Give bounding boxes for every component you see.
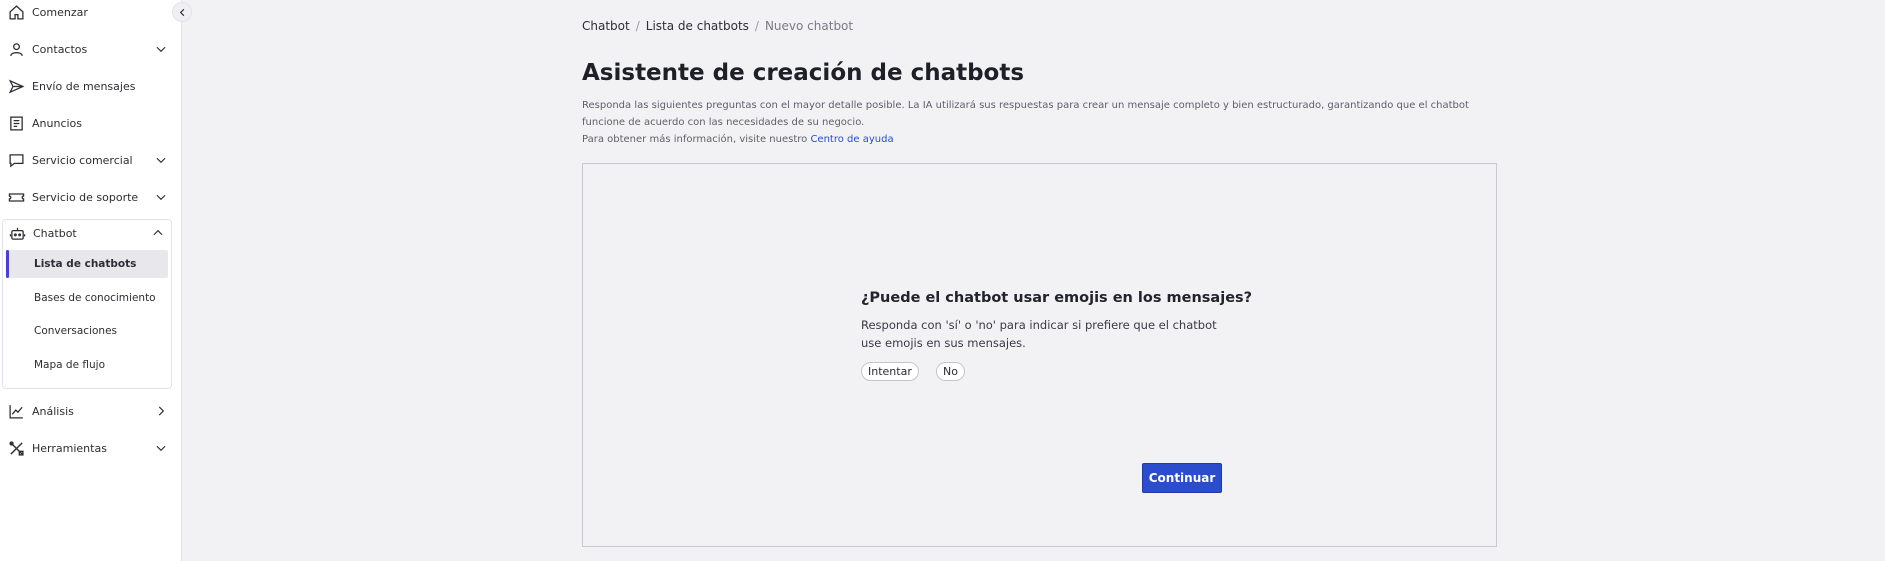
chevron-up-icon [151,226,165,240]
sidebar: Comenzar Contactos Envío de mensajes Anu… [0,0,182,561]
chevron-down-icon [154,42,168,56]
breadcrumb-current: Nuevo chatbot [764,19,854,33]
newspaper-icon [8,115,25,132]
chevron-down-icon [154,153,168,167]
sidebar-subitem-lista-chatbots[interactable]: Lista de chatbots [6,250,168,278]
sidebar-item-label: Comenzar [32,5,88,19]
chevron-left-icon [179,8,184,16]
ticket-icon [8,189,25,206]
breadcrumb-lista-chatbots[interactable]: Lista de chatbots [646,19,749,33]
wizard-question: ¿Puede el chatbot usar emojis en los men… [861,290,1253,306]
sidebar-subitem-bases-conocimiento[interactable]: Bases de conocimiento [6,284,168,312]
page-description: Responda las siguientes preguntas con el… [582,97,1482,148]
help-center-link[interactable]: Centro de ayuda [810,134,893,145]
continue-button[interactable]: Continuar [1142,463,1222,493]
chatbot-group: Chatbot Lista de chatbots Bases de conoc… [2,219,172,389]
chart-line-icon [8,403,25,420]
sidebar-item-label: Herramientas [32,441,107,455]
sidebar-item-servicio-comercial[interactable]: Servicio comercial [0,148,172,172]
sidebar-subitem-conversaciones[interactable]: Conversaciones [6,317,168,345]
sidebar-item-herramientas[interactable]: Herramientas [0,436,172,460]
page-title: Asistente de creación de chatbots [582,60,1025,86]
option-intentar-chip[interactable]: Intentar [861,362,919,381]
description-text: Responda las siguientes preguntas con el… [582,100,1469,128]
robot-icon [9,225,26,242]
breadcrumb-separator: / [635,19,640,33]
chevron-right-icon [154,404,168,418]
send-icon [8,78,25,95]
sidebar-item-servicio-soporte[interactable]: Servicio de soporte [0,185,172,209]
sidebar-subitem-label: Bases de conocimiento [34,292,156,304]
breadcrumb: Chatbot / Lista de chatbots / Nuevo chat… [582,19,853,33]
sidebar-item-envio-mensajes[interactable]: Envío de mensajes [0,74,172,98]
help-line: Para obtener más información, visite nue… [582,131,1482,148]
sidebar-item-label: Servicio de soporte [32,190,139,204]
sidebar-item-chatbot[interactable]: Chatbot [1,221,169,245]
option-no-chip[interactable]: No [936,362,965,381]
breadcrumb-separator: / [754,19,759,33]
sidebar-subitem-label: Conversaciones [34,325,118,337]
sidebar-item-contactos[interactable]: Contactos [0,37,172,61]
tools-icon [8,440,25,457]
sidebar-item-comenzar[interactable]: Comenzar [0,0,172,24]
sidebar-item-anuncios[interactable]: Anuncios [0,111,172,135]
help-text: Para obtener más información, visite nue… [582,134,808,145]
sidebar-item-label: Anuncios [32,116,83,130]
sidebar-item-label: Envío de mensajes [32,79,136,93]
chevron-down-icon [154,190,168,204]
sidebar-subitem-mapa-flujo[interactable]: Mapa de flujo [6,351,168,379]
user-icon [8,41,25,58]
sidebar-item-label: Servicio comercial [32,153,133,167]
sidebar-item-label: Contactos [32,42,88,56]
sidebar-collapse-button[interactable] [172,2,192,22]
wizard-card: ¿Puede el chatbot usar emojis en los men… [582,163,1497,547]
home-icon [8,4,25,21]
chevron-down-icon [154,441,168,455]
wizard-hint: Responda con 'sí' o 'no' para indicar si… [861,318,1217,350]
sidebar-item-label: Análisis [32,404,74,418]
sidebar-subitem-label: Lista de chatbots [34,258,137,270]
sidebar-item-analisis[interactable]: Análisis [0,399,172,423]
chat-bubble-icon [8,152,25,169]
sidebar-subitem-label: Mapa de flujo [34,359,106,371]
breadcrumb-chatbot[interactable]: Chatbot [582,19,630,33]
sidebar-item-label: Chatbot [33,226,77,240]
